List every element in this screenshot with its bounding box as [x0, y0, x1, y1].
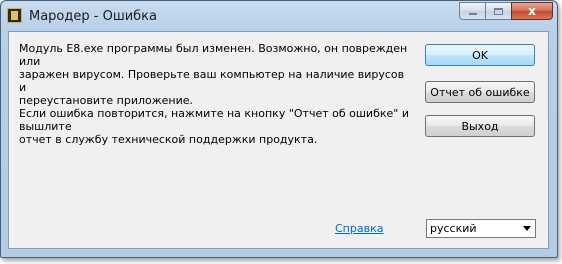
dialog-body: Модуль E8.exe программы был изменен. Воз… — [8, 31, 549, 249]
title-bar[interactable]: Мародер - Ошибка x — [1, 1, 557, 31]
language-select[interactable]: русский — [426, 219, 536, 238]
app-icon — [7, 8, 22, 23]
minimize-button[interactable] — [459, 2, 485, 20]
close-button[interactable]: x — [511, 2, 553, 20]
error-dialog-window: Мародер - Ошибка x Модуль E8.exe програм… — [0, 0, 558, 258]
chevron-down-icon — [523, 226, 531, 231]
close-icon: x — [528, 4, 536, 18]
maximize-icon — [494, 7, 503, 15]
maximize-button[interactable] — [485, 2, 511, 20]
language-select-value: русский — [430, 222, 477, 235]
error-message: Модуль E8.exe программы был изменен. Воз… — [19, 42, 409, 146]
window-title: Мародер - Ошибка — [29, 9, 157, 24]
minimize-icon — [468, 13, 477, 15]
ok-button[interactable]: OK — [425, 44, 535, 66]
help-link[interactable]: Справка — [335, 222, 383, 235]
exit-button[interactable]: Выход — [425, 115, 535, 137]
caption-buttons: x — [459, 2, 553, 21]
error-report-button[interactable]: Отчет об ошибке — [425, 81, 535, 103]
